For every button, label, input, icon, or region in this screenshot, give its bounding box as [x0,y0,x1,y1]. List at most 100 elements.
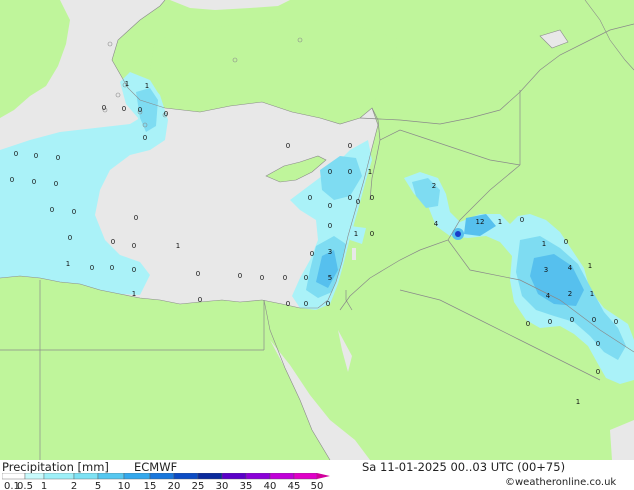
precip-value-label: 12 [476,218,485,226]
precip-value-label: 0 [328,222,332,230]
precip-value-label: 0 [143,134,147,142]
legend-swatch [2,473,26,480]
precip-value-label: 0 [10,176,14,184]
precip-value-label: 0 [54,180,58,188]
precip-value-label: 1 [576,398,580,406]
precip-value-label: 2 [432,182,436,190]
precip-value-label: 0 [596,340,600,348]
precip-value-label: 0 [348,142,352,150]
precip-value-label: 0 [592,316,596,324]
legend-swatch [245,473,271,480]
precip-value-label: 0 [370,230,374,238]
precip-value-label: 0 [111,238,115,246]
precip-value-label: 0 [326,300,330,308]
legend-swatch [73,473,99,480]
precip-value-label: 3 [328,248,332,256]
precip-value-label: 0 [32,178,36,186]
precip-value-label: 0 [260,274,264,282]
precip-value-label: 4 [546,292,551,300]
precip-value-label: 0 [596,368,600,376]
legend-swatch [173,473,199,480]
precip-value-label: 0 [304,300,308,308]
precip-value-label: 0 [56,154,60,162]
precip-value-label: 0 [286,300,290,308]
precip-value-label: 4 [568,264,573,272]
precip-value-label: 0 [308,194,312,202]
precip-value-label: 0 [304,274,308,282]
precip-value-label: 1 [132,290,136,298]
legend-tick-label: 25 [192,481,205,490]
precip-value-label: 0 [90,264,94,272]
precip-value-label: 0 [198,296,202,304]
precip-value-label: 0 [122,105,126,113]
legend-tick-label: 40 [264,481,277,490]
precip-value-label: 1 [542,240,546,248]
precip-value-label: 0 [102,104,106,112]
precip-value-label: 3 [544,266,548,274]
legend-swatch [24,473,45,480]
precip-value-label: 0 [50,206,54,214]
precip-value-label: 0 [328,168,332,176]
legend-tick-label: 20 [168,481,181,490]
precip-value-label: 0 [238,272,242,280]
precip-value-label: 1 [368,168,372,176]
precip-value-label: 0 [348,194,352,202]
legend-swatch [221,473,247,480]
precip-value-label: 0 [570,316,574,324]
legend-tick-label: 30 [216,481,229,490]
legend-tick-label: 2 [71,481,77,490]
legend-tick-label: 5 [95,481,101,490]
legend-swatch [269,473,295,480]
valid-time: Sa 11-01-2025 00..03 UTC (00+75) [362,460,566,474]
precip-value-label: 0 [548,318,552,326]
legend-tick-label: 1 [41,481,47,490]
precip-value-label: 0 [370,194,374,202]
legend-swatch [123,473,151,480]
precip-value-label: 0 [283,274,287,282]
precip-value-label: 0 [34,152,38,160]
precip-value-label: 0 [348,168,352,176]
precip-value-label: 0 [356,198,360,206]
precip-value-label: 0 [132,266,136,274]
precip-value-label: 5 [328,274,332,282]
precip-value-label: 0 [526,320,530,328]
precip-value-label: 0 [310,250,314,258]
precip-value-label: 0 [132,242,136,250]
precip-value-label: 0 [110,264,114,272]
footer: Precipitation [mm] ECMWF Sa 11-01-2025 0… [0,460,634,490]
precipitation-map: 1 1 0 0 0 0 0 0 0 0 0 0 0 0 0 0 0 0 1 0 0 0 0 0 0 0 0 0 0 0 0 1 0 0 3 0 0 5 0 0… [0,0,634,461]
precip-value-label: 0 [286,142,290,150]
precip-value-label: 0 [68,234,72,242]
precip-value-label: 1 [125,80,129,88]
precip-value-label: 1 [498,218,502,226]
legend-swatch [197,473,223,480]
legend-tick-label: 15 [144,481,157,490]
legend-tick-label: 45 [288,481,301,490]
precip-value-label: 0 [520,216,524,224]
precip-value-label: 1 [354,230,358,238]
legend-swatch [43,473,75,480]
credit-text: ©weatheronline.co.uk [505,477,617,488]
color-legend: 0.10.5 1 2 5 10 15 20 25 30 35 40 45 50 [2,473,330,490]
precip-value-label: 0 [72,208,76,216]
precip-value-label: 1 [145,82,149,90]
legend-tick-label: 10 [118,481,131,490]
legend-swatch [97,473,125,480]
precip-value-label: 2 [568,290,572,298]
precip-value-label: 1 [590,290,594,298]
legend-tick-label: 50 [311,481,324,490]
legend-swatch [149,473,175,480]
precip-value-label: 1 [176,242,180,250]
legend-tick-label: 0.5 [17,481,33,490]
model-name: ECMWF [134,460,178,474]
precip-value-label: 1 [588,262,592,270]
precip-value-label: 0 [164,110,168,118]
precip-value-label: 0 [328,202,332,210]
legend-swatch [293,473,318,480]
precip-value-label: 0 [134,214,138,222]
precip-value-label: 0 [138,106,142,114]
legend-overflow-arrow [317,473,330,479]
chart-title: Precipitation [mm] [2,460,109,474]
precip-value-label: 0 [14,150,18,158]
precip-value-label: 0 [614,318,618,326]
